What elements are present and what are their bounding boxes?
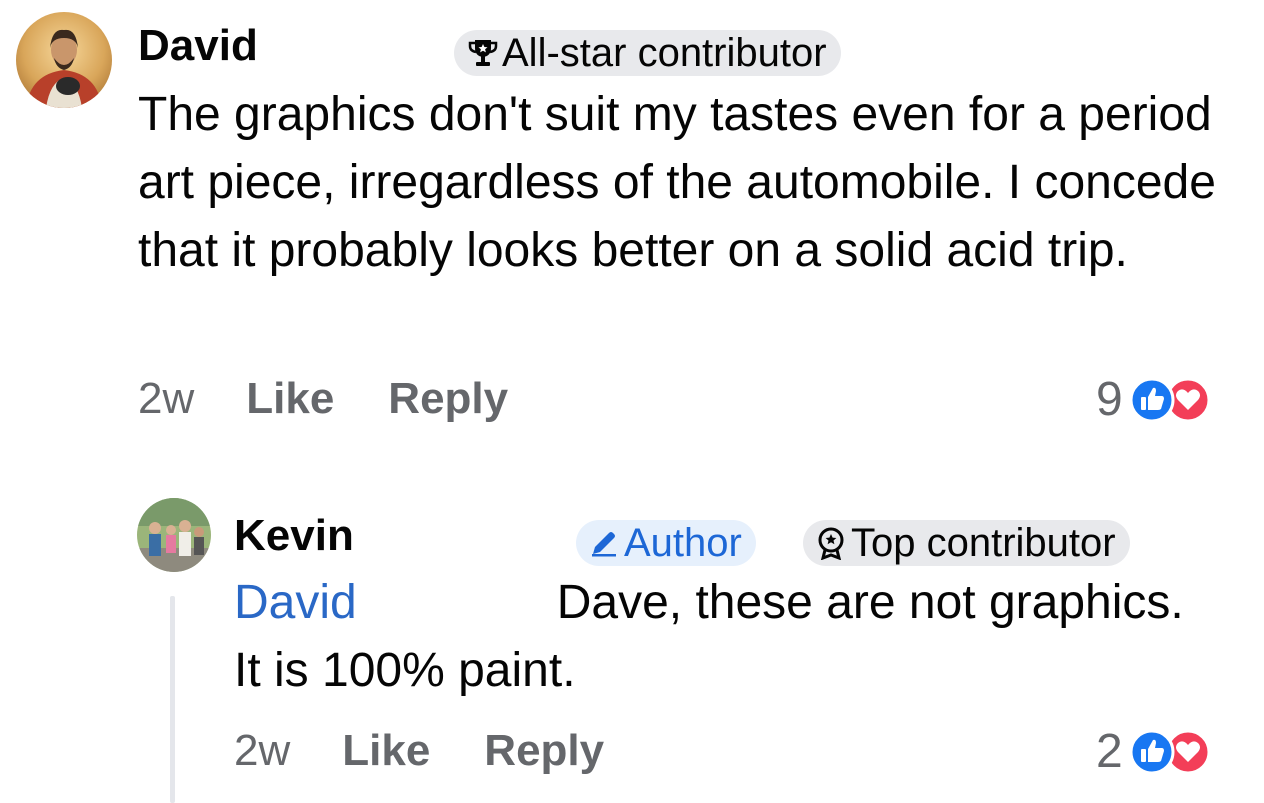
pencil-icon [588,527,620,559]
thread-line [170,596,175,803]
comment-actions: 2w Like Reply [234,726,658,776]
reaction-count: 2 [1096,725,1123,778]
comment-thread: David All-star contributor The graphics … [0,0,1264,803]
like-button[interactable]: Like [246,374,334,424]
comment-body: Dave, these are not graphics. It is 100%… [234,576,1198,697]
timestamp[interactable]: 2w [234,726,290,776]
comment-text: David Dave, these are not graphics. It is… [234,569,1214,705]
badge-label: Author [624,520,742,565]
reaction-summary[interactable]: 2 [1096,724,1213,779]
like-icon [1129,729,1175,787]
badge-label: Top contributor [851,520,1116,565]
comment-actions: 2w Like Reply [138,374,562,424]
all-star-contributor-badge[interactable]: All-star contributor [454,30,841,76]
reply-button[interactable]: Reply [484,726,604,776]
timestamp[interactable]: 2w [138,374,194,424]
medal-icon [815,526,847,560]
mention-link[interactable]: David [234,576,357,629]
avatar[interactable] [137,498,211,572]
author-name[interactable]: Kevin [234,510,354,562]
reaction-count: 9 [1096,373,1123,426]
avatar[interactable] [16,12,112,108]
author-name[interactable]: David [138,20,258,72]
top-contributor-badge[interactable]: Top contributor [803,520,1130,566]
reaction-summary[interactable]: 9 [1096,372,1213,427]
author-badge[interactable]: Author [576,520,756,566]
trophy-icon [468,37,498,69]
badge-label: All-star contributor [502,30,827,75]
like-button[interactable]: Like [342,726,430,776]
reply-button[interactable]: Reply [388,374,508,424]
like-icon [1129,377,1175,435]
comment-text: The graphics don't suit my tastes even f… [138,88,1230,277]
